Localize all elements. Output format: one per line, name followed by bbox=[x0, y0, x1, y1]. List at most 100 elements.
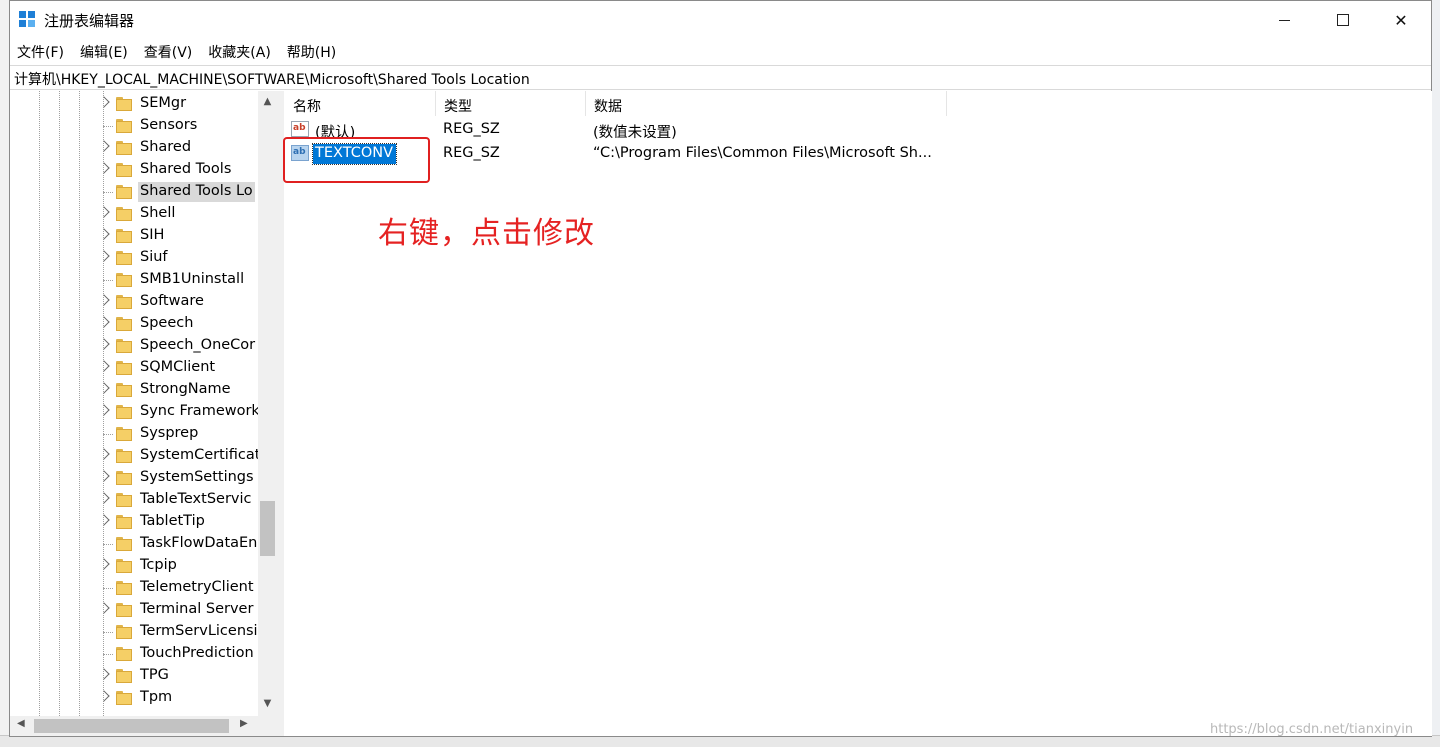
chevron-right-icon[interactable] bbox=[98, 470, 110, 482]
chevron-right-icon[interactable] bbox=[98, 162, 110, 174]
tree-item[interactable]: TouchPrediction bbox=[10, 643, 260, 665]
tree-item-label: Speech bbox=[140, 315, 194, 331]
tree-connector-line bbox=[103, 632, 113, 633]
tree-item-label: TPG bbox=[140, 667, 169, 683]
value-type: REG_SZ bbox=[443, 121, 500, 137]
tree-item-label: TelemetryClient bbox=[140, 579, 254, 595]
tree-item[interactable]: TaskFlowDataEn bbox=[10, 533, 260, 555]
tree-item-label: Terminal Server bbox=[140, 601, 254, 617]
tree-horizontal-scrollbar[interactable]: ◀ ▶ bbox=[10, 716, 277, 736]
tree-item[interactable]: Siuf bbox=[10, 247, 260, 269]
tree-item[interactable]: SEMgr bbox=[10, 93, 260, 115]
menu-favorites[interactable]: 收藏夹(A) bbox=[206, 39, 279, 63]
chevron-right-icon[interactable] bbox=[98, 558, 110, 570]
chevron-right-icon[interactable] bbox=[98, 382, 110, 394]
tree-item-label: TableTextServic bbox=[140, 491, 252, 507]
tree-connector-line bbox=[103, 588, 113, 589]
chevron-right-icon[interactable] bbox=[98, 514, 110, 526]
tree-item[interactable]: Shared Tools bbox=[10, 159, 260, 181]
tree-item[interactable]: Shell bbox=[10, 203, 260, 225]
tree-item[interactable]: SystemSettings bbox=[10, 467, 260, 489]
folder-icon bbox=[116, 185, 132, 199]
column-header-data[interactable]: 数据 bbox=[586, 91, 947, 116]
value-type: REG_SZ bbox=[443, 145, 500, 161]
pane-splitter[interactable] bbox=[277, 91, 284, 736]
chevron-right-icon[interactable] bbox=[98, 602, 110, 614]
chevron-right-icon[interactable] bbox=[98, 140, 110, 152]
column-header-name[interactable]: 名称 bbox=[285, 91, 436, 116]
key-tree-pane[interactable]: SEMgr Sensors Shared Shared Tools Shared Too… bbox=[10, 91, 277, 716]
folder-icon bbox=[116, 625, 132, 639]
chevron-right-icon[interactable] bbox=[98, 404, 110, 416]
tree-item[interactable]: SQMClient bbox=[10, 357, 260, 379]
tree-vertical-scrollbar[interactable]: ▲ ▼ bbox=[258, 91, 277, 716]
list-header: 名称 类型 数据 bbox=[285, 91, 947, 116]
tree-item[interactable]: TPG bbox=[10, 665, 260, 687]
tree-item[interactable]: Sync Framework bbox=[10, 401, 260, 423]
tree-item-label: Tcpip bbox=[140, 557, 177, 573]
tree-item[interactable]: StrongName bbox=[10, 379, 260, 401]
title-bar[interactable]: 注册表编辑器 ✕ bbox=[10, 1, 1431, 39]
tree-item[interactable]: SystemCertificat bbox=[10, 445, 260, 467]
tree-item[interactable]: SMB1Uninstall bbox=[10, 269, 260, 291]
scroll-up-icon[interactable]: ▲ bbox=[258, 93, 277, 110]
tree-item[interactable]: Sysprep bbox=[10, 423, 260, 445]
folder-icon bbox=[116, 449, 132, 463]
tree-item[interactable]: Tcpip bbox=[10, 555, 260, 577]
menu-help[interactable]: 帮助(H) bbox=[285, 39, 344, 63]
tree-item-label: Sensors bbox=[140, 117, 198, 133]
menu-file[interactable]: 文件(F) bbox=[15, 39, 72, 63]
scroll-down-icon[interactable]: ▼ bbox=[258, 695, 277, 712]
tree-item[interactable]: TelemetryClient bbox=[10, 577, 260, 599]
chevron-right-icon[interactable] bbox=[98, 96, 110, 108]
tree-item[interactable]: Sensors bbox=[10, 115, 260, 137]
chevron-right-icon[interactable] bbox=[98, 492, 110, 504]
chevron-right-icon[interactable] bbox=[98, 338, 110, 350]
tree-connector-line bbox=[103, 192, 113, 193]
tree-item[interactable]: Speech_OneCor bbox=[10, 335, 260, 357]
tree-item[interactable]: Shared bbox=[10, 137, 260, 159]
chevron-right-icon[interactable] bbox=[98, 250, 110, 262]
tree-item[interactable]: TermServLicensi bbox=[10, 621, 260, 643]
chevron-right-icon[interactable] bbox=[98, 294, 110, 306]
folder-icon bbox=[116, 383, 132, 397]
tree-item-label: TabletTip bbox=[140, 513, 205, 529]
chevron-right-icon[interactable] bbox=[98, 448, 110, 460]
tree-item[interactable]: Software bbox=[10, 291, 260, 313]
folder-icon bbox=[116, 273, 132, 287]
background-right-strip bbox=[1432, 0, 1440, 747]
chevron-right-icon[interactable] bbox=[98, 668, 110, 680]
tree-item[interactable]: TabletTip bbox=[10, 511, 260, 533]
tree-item[interactable]: Tpm bbox=[10, 687, 260, 709]
folder-icon bbox=[116, 97, 132, 111]
close-button[interactable]: ✕ bbox=[1372, 1, 1430, 39]
maximize-button[interactable] bbox=[1314, 1, 1372, 39]
tree-item-label: Shared Tools Lo bbox=[138, 182, 255, 202]
folder-icon bbox=[116, 559, 132, 573]
tree-item-label: Shell bbox=[140, 205, 176, 221]
values-list-pane[interactable]: 名称 类型 数据 ab (默认) REG_SZ (数值未设置) ab TEXTC… bbox=[285, 91, 1432, 736]
tree-item[interactable]: SIH bbox=[10, 225, 260, 247]
menu-view[interactable]: 查看(V) bbox=[142, 39, 201, 63]
column-header-type[interactable]: 类型 bbox=[436, 91, 586, 116]
folder-icon bbox=[116, 251, 132, 265]
minimize-button[interactable] bbox=[1255, 1, 1313, 39]
tree-item[interactable]: TableTextServic bbox=[10, 489, 260, 511]
tree-item-label: Speech_OneCor bbox=[140, 337, 256, 353]
chevron-right-icon[interactable] bbox=[98, 360, 110, 372]
scroll-thumb[interactable] bbox=[260, 501, 275, 556]
chevron-right-icon[interactable] bbox=[98, 316, 110, 328]
chevron-right-icon[interactable] bbox=[98, 690, 110, 702]
tree-item[interactable]: Terminal Server bbox=[10, 599, 260, 621]
tree-item[interactable]: Speech bbox=[10, 313, 260, 335]
tree-item-label: SMB1Uninstall bbox=[140, 271, 245, 287]
chevron-right-icon[interactable] bbox=[98, 228, 110, 240]
address-bar[interactable]: 计算机\HKEY_LOCAL_MACHINE\SOFTWARE\Microsof… bbox=[10, 65, 1431, 90]
tree-item-label: Sync Framework bbox=[140, 403, 260, 419]
chevron-right-icon[interactable] bbox=[98, 206, 110, 218]
tree-item[interactable]: Shared Tools Lo bbox=[10, 181, 260, 203]
scroll-left-icon[interactable]: ◀ bbox=[17, 718, 25, 729]
scroll-thumb-horizontal[interactable] bbox=[34, 719, 229, 733]
scroll-right-icon[interactable]: ▶ bbox=[240, 718, 248, 729]
menu-edit[interactable]: 编辑(E) bbox=[78, 39, 136, 63]
